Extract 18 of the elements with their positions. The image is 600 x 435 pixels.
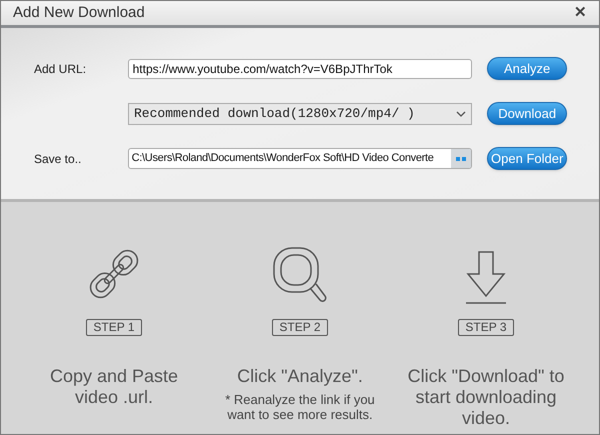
- close-button[interactable]: ✕: [574, 2, 587, 24]
- step-instruction: Click "Analyze".: [236, 366, 364, 387]
- window-title: Add New Download: [13, 2, 145, 23]
- save-path-field[interactable]: C:\Users\Roland\Documents\WonderFox Soft\HD Video Converte: [128, 148, 472, 169]
- field-label: Add URL:: [34, 60, 88, 78]
- download-arrow-icon: [464, 250, 508, 306]
- browse-icon[interactable]: [451, 149, 472, 168]
- step-note: * Reanalyze the link if you want to see more results.: [224, 392, 376, 422]
- step-badge: STEP 3: [458, 319, 514, 336]
- step-instruction: Click "Download" to start downloading video.: [406, 366, 566, 429]
- url-field[interactable]: https://www.youtube.com/watch?v=V6BpJThrTok: [128, 58, 472, 78]
- format-dropdown[interactable]: Recommended download(1280x720/mp4/ ): [128, 102, 472, 124]
- chevron-down-icon: [456, 110, 466, 116]
- field-label: Save to..: [34, 150, 82, 168]
- analyze-button[interactable]: Analyze: [487, 57, 567, 80]
- step-badge: STEP 1: [86, 319, 142, 336]
- step-instruction: Copy and Paste video .url.: [48, 366, 180, 408]
- step-badge: STEP 2: [272, 319, 328, 336]
